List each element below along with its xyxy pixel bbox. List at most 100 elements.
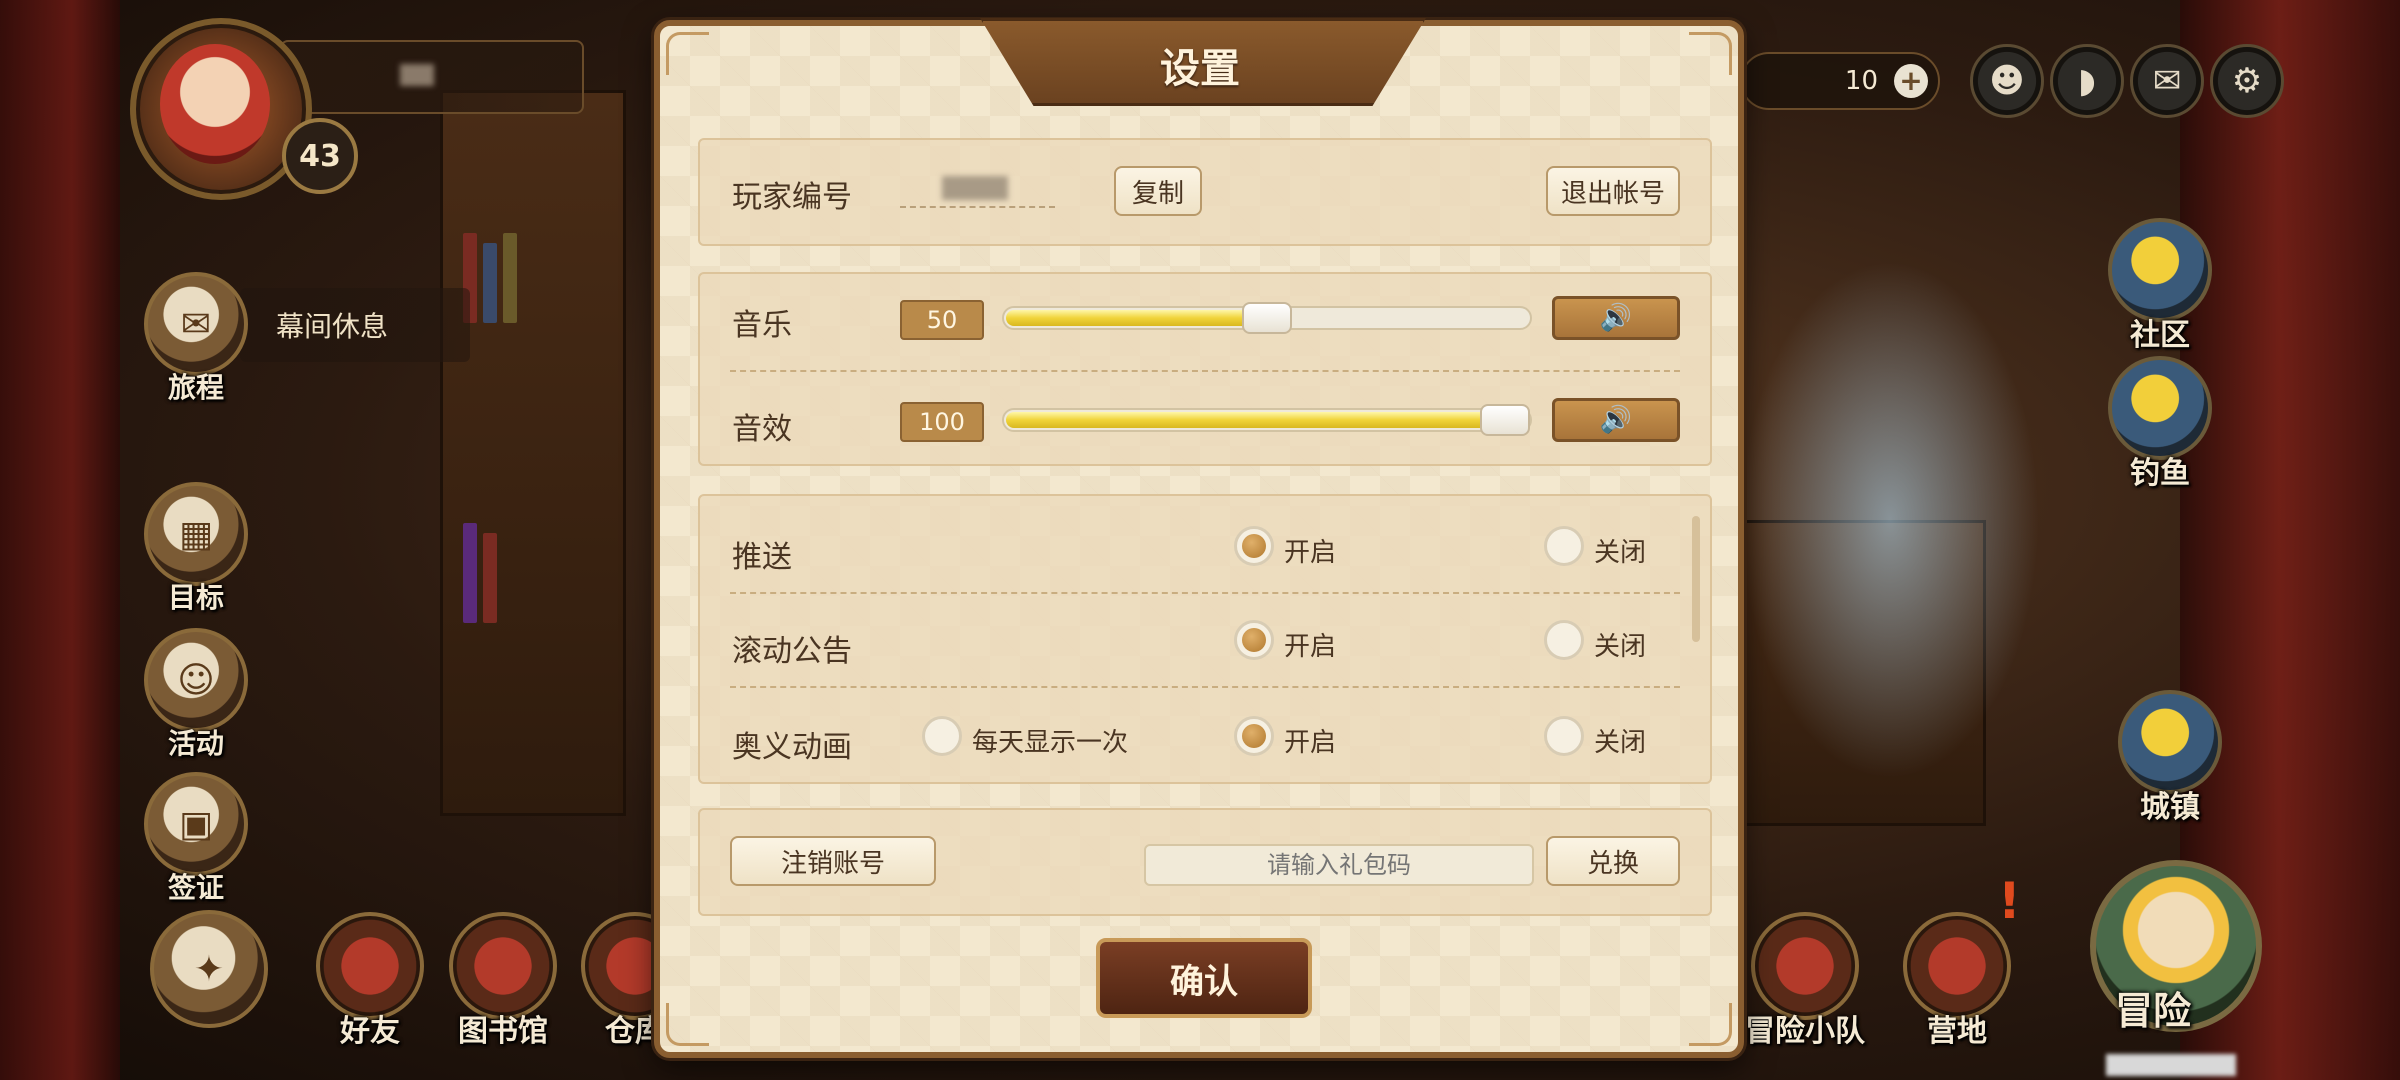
side-menu-goals[interactable]: ▦ 目标 (144, 482, 248, 616)
side-menu-visa[interactable]: ▣ 签证 (144, 772, 248, 906)
right-menu-community[interactable]: 社区 (2100, 218, 2220, 354)
deactivate-account-button[interactable]: 注销账号 (730, 836, 936, 886)
sfx-label: 音效 (732, 412, 792, 447)
dialog-title: 设置 (1160, 46, 1240, 92)
sfx-mute-button[interactable]: 🔊 (1552, 398, 1680, 442)
currency-counter: 10 + (1740, 52, 1940, 110)
journey-status-note[interactable]: 幕间休息 (240, 288, 470, 362)
music-label: 音乐 (732, 308, 792, 343)
visa-icon: ▣ (144, 772, 248, 876)
dialog-corner-ornament (1689, 32, 1732, 75)
fishing-icon (2108, 356, 2212, 460)
right-menu-town[interactable]: 城镇 (2110, 690, 2230, 826)
right-menu-label: 钓鱼 (2130, 456, 2190, 491)
gift-code-input[interactable] (1144, 844, 1534, 886)
bottom-menu-label: 图书馆 (458, 1014, 548, 1049)
gift-code-panel: 注销账号 兑换 (698, 808, 1712, 916)
music-mute-button[interactable]: 🔊 (1552, 296, 1680, 340)
push-on-radio[interactable] (1234, 526, 1274, 566)
avatar-portrait (160, 44, 270, 164)
music-slider[interactable] (1002, 302, 1532, 334)
player-level-badge: 43 (282, 118, 358, 194)
music-value: 50 (900, 300, 984, 340)
speaker-icon: 🔊 (1599, 405, 1633, 435)
player-id-label: 玩家编号 (732, 180, 852, 215)
window-light (1740, 260, 2040, 780)
toggles-panel: 推送 开启 关闭 滚动公告 开启 关闭 奥义动画 每天显示一次 开启 关闭 (698, 494, 1712, 784)
dialog-corner-ornament (666, 1003, 709, 1046)
audio-panel: 音乐 50 🔊 音效 100 🔊 (698, 272, 1712, 466)
push-off-label: 关闭 (1594, 538, 1647, 568)
bottom-menu-label: 营地 (1927, 1014, 1987, 1049)
redeem-button[interactable]: 兑换 (1546, 836, 1680, 886)
adventure-label: 冒险 (2115, 989, 2192, 1033)
bottom-menu-adventure-team[interactable]: 冒险小队 (1740, 912, 1870, 1050)
left-curtain (0, 0, 120, 1080)
bottom-menu-camp[interactable]: 营地 (1892, 912, 2022, 1050)
dialog-corner-ornament (666, 32, 709, 75)
plus-icon[interactable]: + (1894, 64, 1928, 98)
player-name-plate[interactable] (280, 40, 584, 114)
ultimate-off-radio[interactable] (1544, 716, 1584, 756)
scroll-icon: ✉ (144, 272, 248, 376)
target-board-icon: ▦ (144, 482, 248, 586)
uid-blurred (2106, 1054, 2236, 1076)
side-menu-events[interactable]: ☺ 活动 (144, 628, 248, 762)
ultimate-on-radio[interactable] (1234, 716, 1274, 756)
divider (730, 686, 1680, 688)
bottom-menu-friends[interactable]: 好友 (305, 912, 435, 1050)
bookshelf-left (440, 90, 626, 816)
divider (730, 370, 1680, 372)
sfx-slider-knob[interactable] (1480, 404, 1530, 436)
side-menu-label: 目标 (167, 581, 224, 614)
sfx-slider[interactable] (1002, 404, 1532, 436)
side-menu-label: 活动 (167, 727, 224, 760)
toggles-scrollbar[interactable] (1692, 516, 1700, 642)
character-icon[interactable]: ☻ (1970, 44, 2044, 118)
bottom-menu-label: 好友 (340, 1014, 400, 1049)
sfx-value: 100 (900, 402, 984, 442)
scroll-notice-on-radio[interactable] (1234, 620, 1274, 660)
camp-icon (1903, 912, 2011, 1020)
account-panel: 玩家编号 复制 退出帐号 (698, 138, 1712, 246)
settings-dialog: 设置 玩家编号 复制 退出帐号 音乐 50 🔊 音效 100 🔊 推送 开启 关… (654, 18, 1744, 1058)
copy-button[interactable]: 复制 (1114, 166, 1202, 216)
push-label: 推送 (732, 540, 792, 575)
bottom-menu-library[interactable]: 图书馆 (438, 912, 568, 1050)
scroll-notice-off-radio[interactable] (1544, 620, 1584, 660)
player-avatar[interactable] (130, 18, 312, 200)
confirm-button[interactable]: 确认 (1096, 938, 1312, 1018)
scroll-notice-label: 滚动公告 (732, 634, 852, 669)
ultimate-once-label: 每天显示一次 (972, 728, 1129, 758)
logout-button[interactable]: 退出帐号 (1546, 166, 1680, 216)
community-icon (2108, 218, 2212, 322)
push-on-label: 开启 (1284, 538, 1337, 568)
scroll-notice-on-label: 开启 (1284, 632, 1337, 662)
dialog-corner-ornament (1689, 1003, 1732, 1046)
ultimate-once-radio[interactable] (922, 716, 962, 756)
push-off-radio[interactable] (1544, 526, 1584, 566)
alert-icon: ! (1998, 872, 2021, 930)
divider (730, 592, 1680, 594)
adventure-team-icon (1751, 912, 1859, 1020)
currency-value: 10 (1844, 66, 1878, 96)
sfx-slider-fill (1006, 412, 1507, 428)
gear-icon[interactable]: ⚙ (2210, 44, 2284, 118)
right-menu-fishing[interactable]: 钓鱼 (2100, 356, 2220, 492)
player-id-value (900, 170, 1055, 208)
mail-icon[interactable]: ✉ (2130, 44, 2204, 118)
library-icon (449, 912, 557, 1020)
music-slider-knob[interactable] (1242, 302, 1292, 334)
compass-icon[interactable]: ✦ (150, 910, 268, 1028)
bottom-menu-label: 冒险小队 (1745, 1014, 1865, 1049)
player-name-blurred (400, 64, 434, 86)
side-menu-label: 签证 (167, 871, 224, 904)
event-icon: ☺ (144, 628, 248, 732)
right-menu-label: 社区 (2130, 318, 2190, 353)
scroll-notice-off-label: 关闭 (1594, 632, 1647, 662)
friends-icon (316, 912, 424, 1020)
town-icon (2118, 690, 2222, 794)
side-menu-journey[interactable]: ✉ 旅程 (144, 272, 248, 406)
ultimate-off-label: 关闭 (1594, 728, 1647, 758)
announcement-icon[interactable]: ◗ (2050, 44, 2124, 118)
